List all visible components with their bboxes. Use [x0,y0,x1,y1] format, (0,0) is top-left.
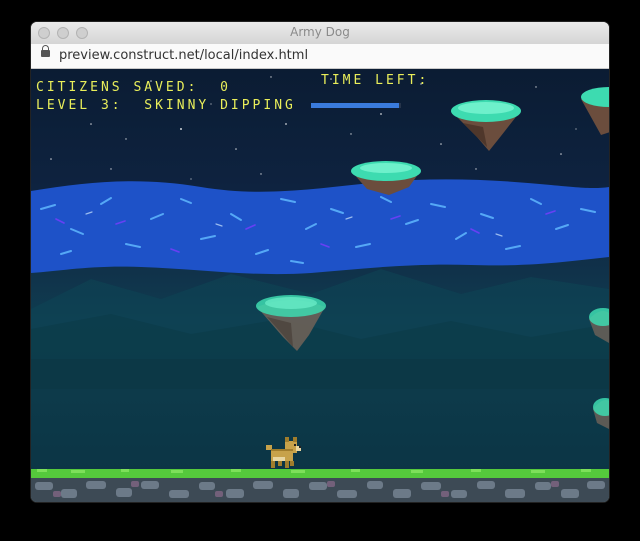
floating-island [451,100,521,151]
floating-island [581,87,609,135]
browser-window: Army Dog preview.construct.net/local/ind… [31,22,609,502]
floating-island [351,161,421,195]
game-canvas[interactable]: CITIZENS SAVED: 0 LEVEL 3: SKINNY DIPPIN… [31,69,609,502]
river-water [31,179,609,275]
ground-platform [31,469,609,502]
floating-island [256,295,326,351]
level-title: LEVEL 3: SKINNY DIPPING [36,98,296,113]
lock-icon [41,45,50,57]
url-text: preview.construct.net/local/index.html [59,48,309,63]
army-dog-player [266,437,301,468]
time-left-label: TIME LEFT: [321,73,430,88]
floating-island [593,398,609,429]
floating-island [589,308,609,343]
title-bar: Army Dog [31,22,609,45]
citizens-saved-counter: CITIZENS SAVED: 0 [36,80,231,95]
address-bar[interactable]: preview.construct.net/local/index.html [31,44,609,69]
time-left-fill [311,103,400,108]
window-title: Army Dog [290,25,350,39]
time-left-bar [311,103,401,108]
